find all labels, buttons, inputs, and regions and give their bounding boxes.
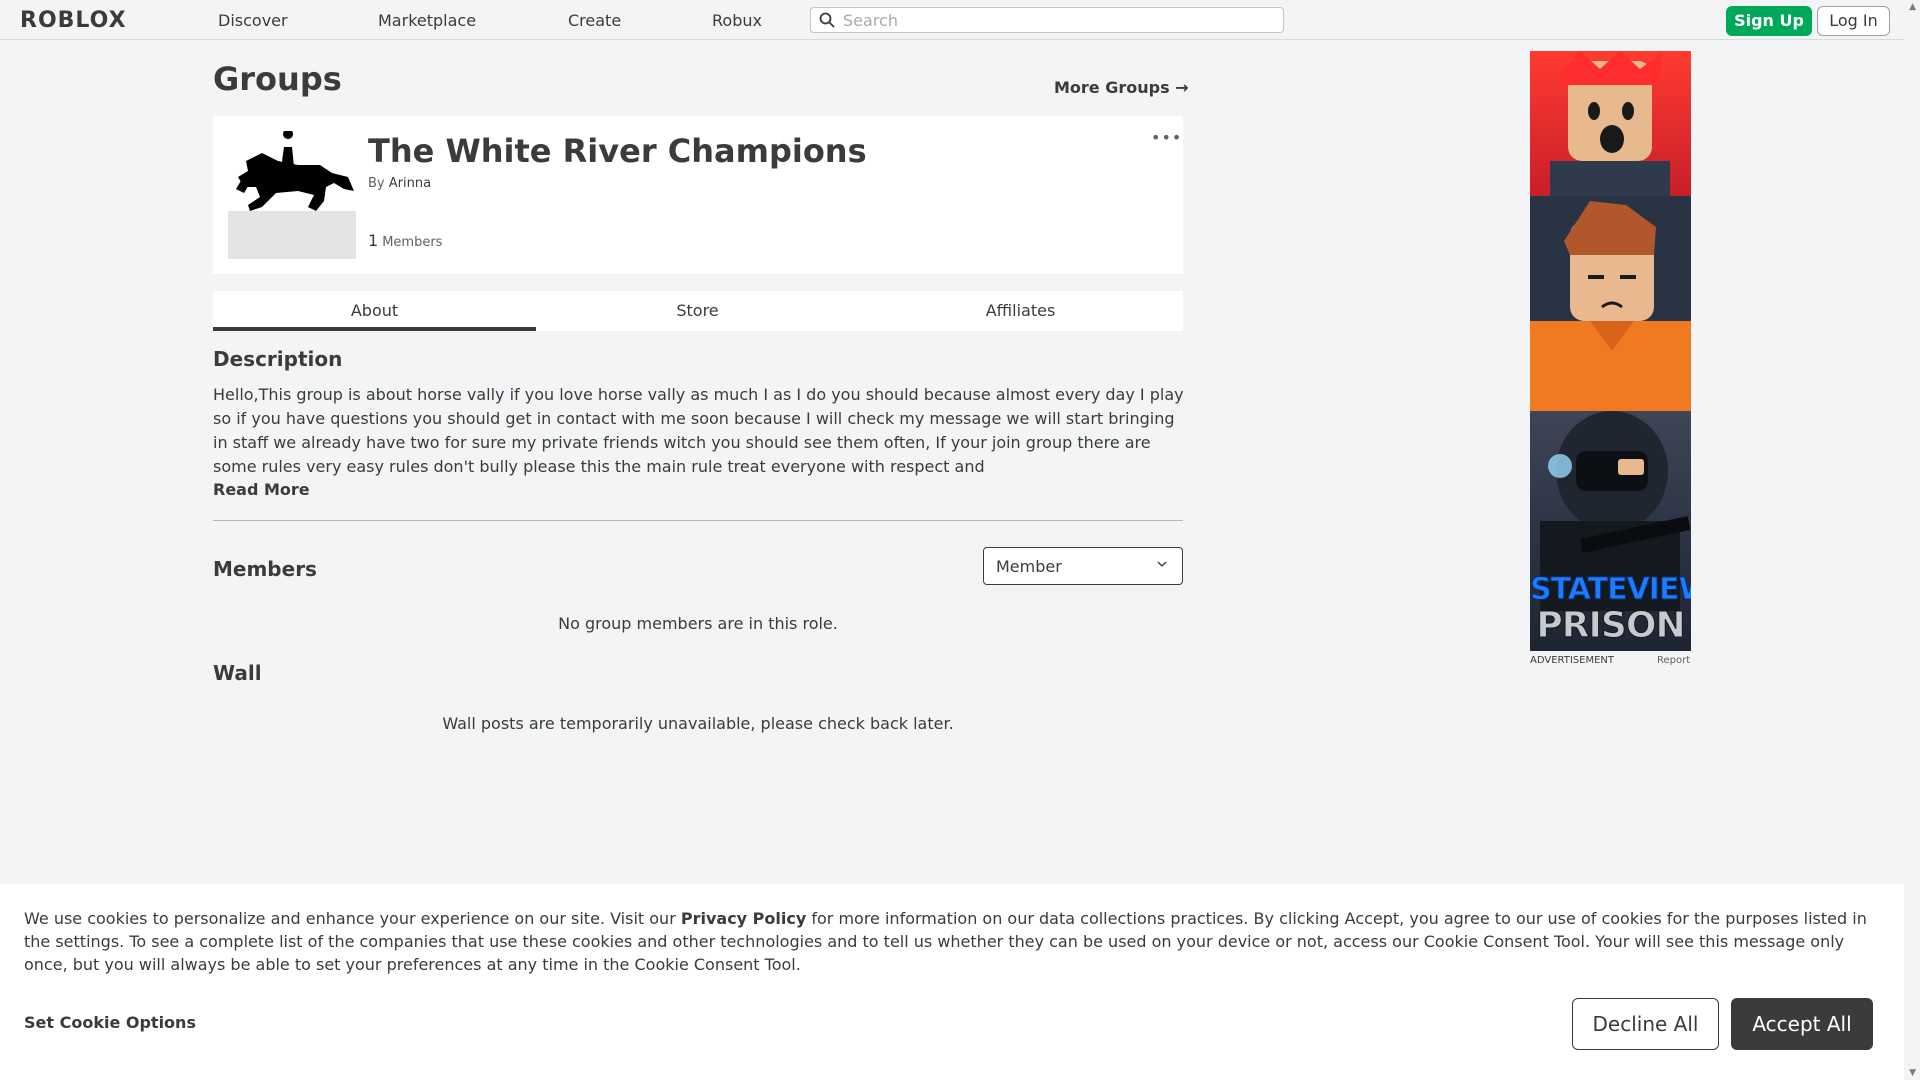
nav-robux[interactable]: Robux [712, 11, 762, 30]
accept-all-button[interactable]: Accept All [1731, 998, 1873, 1050]
ad-report-link[interactable]: Report [1657, 655, 1690, 666]
advertisement-label: ADVERTISEMENT [1530, 655, 1615, 666]
member-count-value: 1 [368, 231, 379, 250]
section-divider [213, 520, 1183, 521]
tab-about[interactable]: About [213, 291, 536, 331]
ad-title-line2: PRISON [1536, 605, 1686, 646]
advertisement-banner[interactable]: STATEVIEW PRISON [1530, 51, 1691, 651]
members-heading: Members [213, 557, 317, 581]
wall-unavailable-message: Wall posts are temporarily unavailable, … [442, 714, 954, 733]
group-description: Hello,This group is about horse vally if… [213, 385, 1184, 476]
decline-all-button[interactable]: Decline All [1572, 998, 1719, 1050]
more-groups-link[interactable]: More Groups → [1054, 78, 1189, 97]
horse-jumper-icon [228, 131, 356, 211]
group-tabs: About Store Affiliates [213, 291, 1183, 331]
search-icon [819, 12, 835, 28]
more-options-icon[interactable]: ••• [1151, 128, 1182, 147]
privacy-policy-link[interactable]: Privacy Policy [681, 909, 806, 928]
scroll-up-arrow-icon[interactable]: ▲ [1909, 2, 1916, 12]
log-in-button[interactable]: Log In [1817, 6, 1890, 36]
nav-discover[interactable]: Discover [218, 11, 288, 30]
cookie-message: We use cookies to personalize and enhanc… [24, 907, 1884, 976]
top-navigation-bar: ROBLOX Discover Marketplace Create Robux… [0, 0, 1904, 40]
ad-artwork [1530, 51, 1691, 651]
search-input[interactable] [843, 10, 1273, 30]
role-dropdown[interactable]: Member [983, 547, 1183, 585]
sign-up-button[interactable]: Sign Up [1726, 6, 1812, 36]
tab-affiliates[interactable]: Affiliates [859, 291, 1182, 331]
nav-marketplace[interactable]: Marketplace [378, 11, 476, 30]
search-box[interactable] [810, 7, 1284, 33]
page-scrollbar[interactable]: ▲ ▼ [1904, 0, 1920, 1080]
group-emblem [228, 131, 356, 259]
no-members-message: No group members are in this role. [558, 614, 838, 633]
nav-create[interactable]: Create [568, 11, 621, 30]
description-heading: Description [213, 347, 343, 371]
tab-store[interactable]: Store [536, 291, 859, 331]
group-member-count: 1 Members [368, 231, 442, 250]
group-header-card: The White River Champions By Arinna 1 Mem… [213, 116, 1183, 274]
set-cookie-options-link[interactable]: Set Cookie Options [24, 1013, 196, 1032]
by-label: By [368, 176, 385, 191]
chevron-down-icon [1157, 561, 1167, 567]
group-name: The White River Champions [368, 132, 867, 170]
roblox-logo[interactable]: ROBLOX [20, 8, 127, 33]
cookie-consent-banner: We use cookies to personalize and enhanc… [0, 884, 1904, 1080]
read-more-link[interactable]: Read More [213, 480, 310, 499]
cookie-text-before: We use cookies to personalize and enhanc… [24, 909, 681, 928]
group-owner-line: By Arinna [368, 176, 431, 191]
wall-heading: Wall [213, 661, 262, 685]
group-owner-link[interactable]: Arinna [389, 176, 431, 191]
scroll-down-arrow-icon[interactable]: ▼ [1909, 1068, 1916, 1078]
ad-title: STATEVIEW PRISON [1530, 572, 1691, 646]
page-title: Groups [213, 60, 342, 98]
role-dropdown-value: Member [996, 557, 1062, 576]
ad-title-line1: STATEVIEW [1530, 572, 1691, 607]
members-label: Members [382, 235, 443, 250]
